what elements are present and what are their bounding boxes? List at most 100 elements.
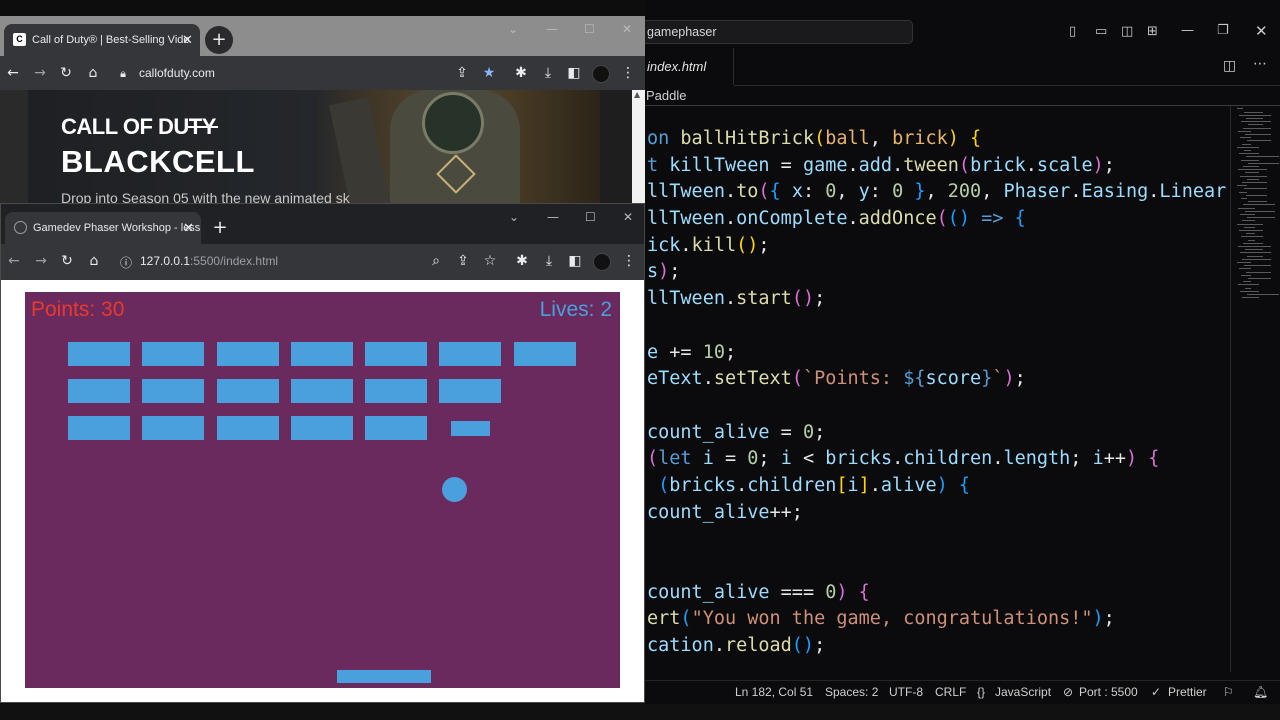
side-panel-icon[interactable]: ◧ — [565, 65, 583, 81]
status-indentation[interactable]: Spaces: 2 — [825, 681, 878, 703]
minimize-icon[interactable]: — — [1181, 23, 1194, 38]
address-bar[interactable]: callofduty.com — [139, 66, 215, 80]
code-line: ert("You won the game, congratulations!"… — [647, 608, 1115, 629]
command-center-search[interactable]: gamephaser — [645, 20, 913, 44]
minimap-line — [1239, 115, 1271, 116]
forward-icon[interactable]: → — [31, 65, 49, 81]
globe-icon — [14, 221, 27, 234]
side-panel-icon[interactable]: ◧ — [566, 253, 584, 269]
breadcrumb[interactable]: Paddle — [645, 86, 1280, 106]
code-editor-window: gamephaser ▯ ▭ ◫ ⊞ — ❐ ✕ index.html ◫ ⋯ … — [645, 0, 1280, 720]
maximize-icon[interactable]: ☐ — [584, 22, 595, 36]
minimap-line — [1245, 211, 1275, 212]
home-icon[interactable]: ⌂ — [84, 65, 102, 81]
share-icon[interactable]: ⇪ — [454, 253, 472, 269]
tab-close-icon[interactable]: ✕ — [182, 24, 193, 56]
restore-icon[interactable]: ❐ — [1217, 23, 1229, 38]
zoom-icon[interactable]: ⌕ — [427, 253, 445, 269]
menu-kebab-icon[interactable]: ⋮ — [620, 253, 638, 269]
share-icon[interactable]: ⇪ — [453, 65, 471, 81]
code-line: count_alive++; — [647, 502, 803, 523]
profile-avatar[interactable] — [593, 253, 611, 271]
close-icon[interactable]: ✕ — [1255, 22, 1268, 40]
paddle[interactable] — [337, 670, 431, 683]
minimap-line — [1238, 131, 1251, 132]
minimap-line — [1239, 192, 1247, 193]
code-area[interactable]: on ballHitBrick(ball, brick) { t killTwe… — [645, 126, 1228, 672]
tab-callofduty[interactable]: C Call of Duty® | Best-Selling Vide ✕ — [4, 24, 200, 56]
status-language[interactable]: JavaScript — [995, 681, 1051, 703]
minimize-icon[interactable]: — — [546, 22, 558, 36]
brick — [365, 379, 427, 403]
extensions-icon[interactable]: ✱ — [513, 253, 531, 269]
minimap-line — [1245, 249, 1263, 250]
points-text: Points: 30 — [31, 298, 125, 321]
code-line: e += 10; — [647, 342, 737, 363]
minimap-line — [1244, 150, 1251, 151]
menu-kebab-icon[interactable]: ⋮ — [619, 65, 637, 81]
minimap-line — [1247, 294, 1279, 295]
tab-index-html[interactable]: index.html — [645, 48, 734, 86]
tab-search-icon[interactable]: ⌄ — [508, 22, 518, 36]
extensions-icon[interactable]: ✱ — [512, 65, 530, 81]
back-icon[interactable]: ← — [4, 65, 22, 81]
status-live-server-port[interactable]: Port : 5500 — [1079, 681, 1138, 703]
home-icon[interactable]: ⌂ — [85, 253, 103, 269]
layout-icon[interactable]: ⊞ — [1147, 24, 1158, 39]
scroll-up-icon[interactable]: ▲ — [634, 90, 640, 99]
status-prettier[interactable]: Prettier — [1168, 681, 1207, 703]
status-eol[interactable]: CRLF — [935, 681, 966, 703]
minimap-line — [1237, 224, 1263, 225]
tab-close-icon[interactable]: ✕ — [183, 212, 194, 244]
tab-phaser-workshop[interactable]: Gamedev Phaser Workshop - less ✕ — [5, 212, 201, 244]
browser-window-callofduty: C Call of Duty® | Best-Selling Vide ✕ + … — [0, 16, 645, 214]
scrollbar[interactable]: ▲ — [632, 90, 645, 214]
minimap-line — [1246, 118, 1263, 119]
reload-icon[interactable]: ↻ — [57, 65, 75, 81]
forward-icon[interactable]: → — [32, 253, 50, 269]
minimap-line — [1244, 188, 1267, 189]
status-encoding[interactable]: UTF-8 — [889, 681, 923, 703]
feedback-icon[interactable]: ⚐ — [1223, 681, 1234, 703]
lock-icon[interactable]: 🔒︎ — [114, 67, 132, 81]
download-icon[interactable]: ⤓ — [540, 253, 558, 269]
brick — [291, 342, 353, 366]
minimap-line — [1247, 140, 1271, 141]
minimap-line — [1237, 147, 1259, 148]
close-icon[interactable]: ✕ — [622, 22, 632, 36]
more-actions-icon[interactable]: ⋯ — [1253, 56, 1267, 72]
url-host: 127.0.0.1 — [140, 254, 191, 268]
bookmark-star-icon[interactable]: ★ — [480, 65, 498, 81]
info-icon[interactable]: ⓘ — [117, 254, 135, 271]
brick — [217, 416, 279, 440]
download-icon[interactable]: ⤓ — [539, 65, 557, 81]
close-icon[interactable]: ✕ — [623, 210, 633, 224]
banner-right-edge — [600, 90, 632, 214]
split-editor-icon[interactable]: ◫ — [1223, 58, 1236, 74]
brick — [142, 416, 204, 440]
reload-icon[interactable]: ↻ — [58, 253, 76, 269]
minimap[interactable] — [1230, 106, 1280, 672]
bookmark-star-icon[interactable]: ☆ — [481, 253, 499, 269]
minimap-line — [1244, 112, 1263, 113]
new-tab-button[interactable]: + — [206, 214, 234, 242]
brick — [439, 379, 501, 403]
maximize-icon[interactable]: ☐ — [585, 210, 596, 224]
game-canvas[interactable]: Points: 30 Lives: 2 — [25, 292, 620, 688]
tab-title: Gamedev Phaser Workshop - less — [33, 222, 201, 234]
notifications-bell-icon[interactable]: 🔔︎ — [1253, 681, 1268, 703]
new-tab-button[interactable]: + — [205, 26, 233, 54]
address-bar[interactable]: 127.0.0.1:5500/index.html — [140, 254, 278, 268]
minimap-line — [1241, 121, 1271, 122]
toggle-sidebar-icon[interactable]: ▯ — [1069, 24, 1076, 39]
tab-search-icon[interactable]: ⌄ — [509, 210, 519, 224]
page-content-callofduty: CALL OF DUTY BLACKCELL Drop into Season … — [0, 90, 632, 214]
back-icon[interactable]: ← — [5, 253, 23, 269]
minimize-icon[interactable]: — — [547, 210, 559, 224]
toggle-panel-icon[interactable]: ▭ — [1095, 24, 1107, 39]
toggle-secondary-sidebar-icon[interactable]: ◫ — [1121, 24, 1133, 39]
minimap-line — [1240, 291, 1259, 292]
status-cursor-position[interactable]: Ln 182, Col 51 — [735, 681, 813, 703]
profile-avatar[interactable] — [592, 65, 610, 83]
ball — [442, 477, 467, 502]
